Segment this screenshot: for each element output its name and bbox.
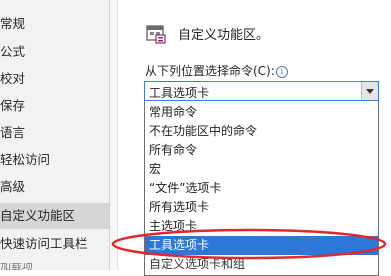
ribbon-customize-icon — [146, 25, 166, 44]
sidebar-item-customize-ribbon[interactable]: 自定义功能区 — [0, 203, 109, 229]
option-file-tab[interactable]: “文件”选项卡 — [145, 179, 378, 198]
choose-commands-text: 从下列位置选择命令(C): — [145, 64, 275, 78]
sidebar-item-add-ins-partial[interactable]: 加载项 — [0, 263, 110, 270]
options-sidebar: 常规 公式 校对 保存 语言 轻松访问 高级 自定义功能区 快速访问工具栏 加载… — [0, 0, 110, 270]
sidebar-item-proofing[interactable]: 校对 — [0, 66, 109, 92]
option-all-commands[interactable]: 所有命令 — [145, 141, 378, 160]
section-title: 自定义功能区。 — [178, 28, 270, 43]
dropdown-button[interactable] — [361, 82, 378, 100]
option-main-tabs[interactable]: 主选项卡 — [145, 217, 378, 236]
info-icon[interactable]: i — [275, 66, 288, 78]
commands-dropdown-list: 常用命令 不在功能区中的命令 所有命令 宏 “文件”选项卡 所有选项卡 主选项卡… — [144, 101, 379, 276]
sidebar-item-language[interactable]: 语言 — [0, 120, 109, 146]
select-current-value: 工具选项卡 — [149, 86, 210, 100]
sidebar-item-advanced[interactable]: 高级 — [0, 174, 109, 200]
option-all-tabs[interactable]: 所有选项卡 — [145, 198, 378, 217]
sidebar-item-formulas[interactable]: 公式 — [0, 39, 109, 65]
choose-commands-select[interactable]: 工具选项卡 — [144, 81, 379, 101]
chevron-down-icon — [366, 89, 374, 94]
sidebar-divider — [110, 0, 118, 270]
choose-commands-label: 从下列位置选择命令(C): i — [145, 62, 288, 79]
sidebar-item-quick-access-toolbar[interactable]: 快速访问工具栏 — [0, 231, 109, 257]
option-commands-not-in-ribbon[interactable]: 不在功能区中的命令 — [145, 122, 378, 141]
option-popular-commands[interactable]: 常用命令 — [145, 103, 378, 122]
option-custom-tabs-and-groups[interactable]: 自定义选项卡和组 — [145, 255, 378, 274]
sidebar-item-save[interactable]: 保存 — [0, 93, 109, 119]
option-tool-tabs[interactable]: 工具选项卡 — [145, 236, 378, 255]
option-macros[interactable]: 宏 — [145, 160, 378, 179]
sidebar-item-general[interactable]: 常规 — [0, 11, 109, 37]
sidebar-item-accessibility[interactable]: 轻松访问 — [0, 147, 109, 173]
